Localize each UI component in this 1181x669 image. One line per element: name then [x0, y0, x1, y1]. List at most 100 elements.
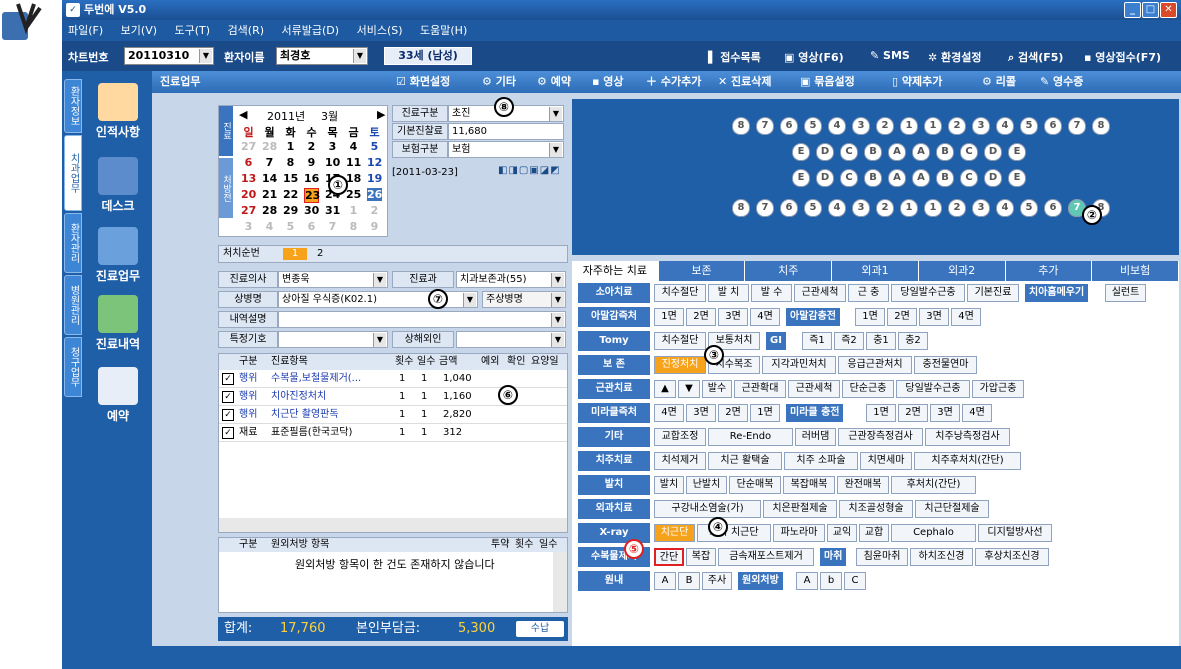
treatment-button[interactable]: Cephalo — [891, 524, 976, 542]
tooth[interactable]: 2 — [876, 199, 894, 217]
menu-service[interactable]: 서비스(S) — [357, 24, 403, 37]
treatment-button[interactable]: 침윤마취 — [856, 548, 908, 566]
vtab-claims[interactable]: 청구업무 — [64, 337, 82, 397]
bundle-settings-button[interactable]: ▣ 묶음설정 — [800, 71, 855, 93]
vtab-patient-mgmt[interactable]: 환자관리 — [64, 213, 82, 273]
disease-select[interactable]: 상아질 우식증(K02.1) ▼ — [278, 291, 478, 308]
treatment-button[interactable]: ▼ — [678, 380, 700, 398]
calendar-day[interactable]: 13 — [241, 172, 256, 185]
maximize-button[interactable]: □ — [1142, 2, 1159, 18]
treatment-button[interactable]: 치면세마 — [860, 452, 912, 470]
tooth[interactable]: A — [912, 143, 930, 161]
table-row[interactable]: ✓ 행위 수복물,보철물제거(... 1 1 1,040 — [219, 370, 567, 388]
etc-button[interactable]: ⚙ 기타 — [482, 71, 516, 93]
chevron-down-icon[interactable]: ▼ — [373, 273, 386, 287]
treatment-button[interactable]: 복잡 — [686, 548, 716, 566]
tooth[interactable]: 8 — [732, 117, 750, 135]
treatment-button[interactable]: 발치 — [654, 476, 684, 494]
treatment-button[interactable]: 주사 — [702, 572, 732, 590]
treatment-button[interactable]: Re-Endo — [708, 428, 793, 446]
calendar-day[interactable]: 25 — [346, 188, 361, 201]
treatment-button[interactable]: 근 충 — [848, 284, 889, 302]
order-1-button[interactable]: 1 — [283, 248, 307, 260]
calendar-side-tab-2[interactable]: 처방전 — [219, 158, 233, 218]
close-button[interactable]: ✕ — [1160, 2, 1177, 18]
treatment-button[interactable]: 2면 — [898, 404, 928, 422]
treatment-button[interactable]: 충1 — [866, 332, 896, 350]
tooth[interactable]: 6 — [1044, 199, 1062, 217]
calendar-day[interactable]: 18 — [346, 172, 361, 185]
nav-history[interactable]: 진료내역 — [86, 295, 150, 352]
tooth[interactable]: E — [1008, 143, 1026, 161]
tooth[interactable]: 8 — [1092, 117, 1110, 135]
add-drug-button[interactable]: ▯ 약제추가 — [892, 71, 942, 93]
order-2-button[interactable]: 2 — [317, 246, 323, 262]
treatment-button[interactable]: 실런트 — [1105, 284, 1146, 302]
tooth[interactable]: B — [864, 169, 882, 187]
tooth[interactable]: 4 — [996, 199, 1014, 217]
video-button[interactable]: ▪ 영상 — [592, 71, 624, 93]
treatment-button[interactable]: 1면 — [855, 308, 885, 326]
calendar-day[interactable]: 14 — [262, 172, 277, 185]
calendar-day[interactable]: 27 — [241, 204, 256, 217]
calendar-day[interactable]: 4 — [346, 140, 361, 153]
table-row[interactable]: ✓ 재료 표준필름(한국코닥) 1 1 312 — [219, 424, 567, 442]
calendar-day[interactable]: 31 — [325, 204, 340, 217]
tooth[interactable]: D — [816, 143, 834, 161]
tab-4[interactable]: 외과2 — [918, 261, 1006, 281]
treatment-button[interactable]: 3면 — [919, 308, 949, 326]
date-action-icons[interactable]: ◧◨▢▣◪◩ — [498, 165, 561, 176]
treatment-button[interactable]: 당일발수근충 — [896, 380, 970, 398]
tooth[interactable]: A — [912, 169, 930, 187]
recall-button[interactable]: ⚙ 리콜 — [982, 71, 1016, 93]
calendar-day[interactable]: 8 — [346, 220, 361, 233]
treatment-button[interactable]: 1면 — [654, 308, 684, 326]
chevron-down-icon[interactable]: ▼ — [549, 143, 562, 157]
tooth[interactable]: 5 — [1020, 199, 1038, 217]
treatment-button[interactable]: 간단 — [654, 548, 684, 566]
tooth[interactable]: 3 — [852, 117, 870, 135]
treatment-button[interactable]: 1면 — [866, 404, 896, 422]
treatment-button[interactable]: 치근단절제술 — [915, 500, 989, 518]
tooth[interactable]: 1 — [900, 117, 918, 135]
add-fee-button[interactable]: ＋ 수가추가 — [646, 71, 701, 93]
calendar-day[interactable]: 6 — [304, 220, 319, 233]
treatment-button[interactable]: 복잡매복 — [783, 476, 835, 494]
main-disease-select[interactable]: 주상병명 ▼ — [482, 291, 566, 308]
screen-settings-button[interactable]: ☑ 화면설정 — [396, 71, 450, 93]
treatment-button[interactable]: 러버댐 — [795, 428, 836, 446]
tooth[interactable]: 2 — [948, 117, 966, 135]
tooth[interactable]: C — [840, 143, 858, 161]
treatment-button[interactable]: 4면 — [962, 404, 992, 422]
vtab-hospital-mgmt[interactable]: 병원관리 — [64, 275, 82, 335]
treatment-button[interactable]: 2면 — [686, 308, 716, 326]
treatment-button[interactable]: 완전매복 — [837, 476, 889, 494]
treatment-button[interactable]: 2면 — [887, 308, 917, 326]
vtab-dental-work[interactable]: 치과업무 — [64, 135, 82, 211]
treatment-button[interactable]: 단순근충 — [842, 380, 894, 398]
calendar-day[interactable]: 26 — [367, 188, 382, 201]
treatment-button[interactable]: 하치조신경 — [910, 548, 973, 566]
pay-button[interactable]: 수납 — [516, 621, 564, 637]
tooth[interactable]: 7 — [756, 199, 774, 217]
tooth[interactable]: 1 — [924, 199, 942, 217]
treatment-button[interactable]: 응급근관처치 — [838, 356, 912, 374]
treatment-button[interactable]: 충전물연마 — [914, 356, 977, 374]
tooth[interactable]: B — [936, 143, 954, 161]
tooth[interactable]: 7 — [1068, 117, 1086, 135]
treatment-button[interactable]: 4면 — [750, 308, 780, 326]
tab-1[interactable]: 보존 — [658, 261, 746, 281]
treatment-button[interactable]: 근관세척 — [794, 284, 846, 302]
calendar-day[interactable]: 1 — [346, 204, 361, 217]
row-checkbox[interactable]: ✓ — [222, 409, 234, 421]
calendar-day[interactable]: 28 — [262, 140, 277, 153]
calendar-day[interactable]: 2 — [367, 204, 382, 217]
treatment-button[interactable]: 가압근충 — [972, 380, 1024, 398]
calendar-day[interactable]: 7 — [325, 220, 340, 233]
calendar-day[interactable]: 21 — [262, 188, 277, 201]
table-row[interactable]: ✓ 행위 치근단 촬영판독 1 1 2,820 — [219, 406, 567, 424]
tooth[interactable]: 3 — [972, 199, 990, 217]
treatment-button[interactable]: 발 치 — [708, 284, 749, 302]
tab-0[interactable]: 자주하는 치료 — [572, 261, 659, 281]
chevron-down-icon[interactable]: ▼ — [551, 293, 564, 307]
